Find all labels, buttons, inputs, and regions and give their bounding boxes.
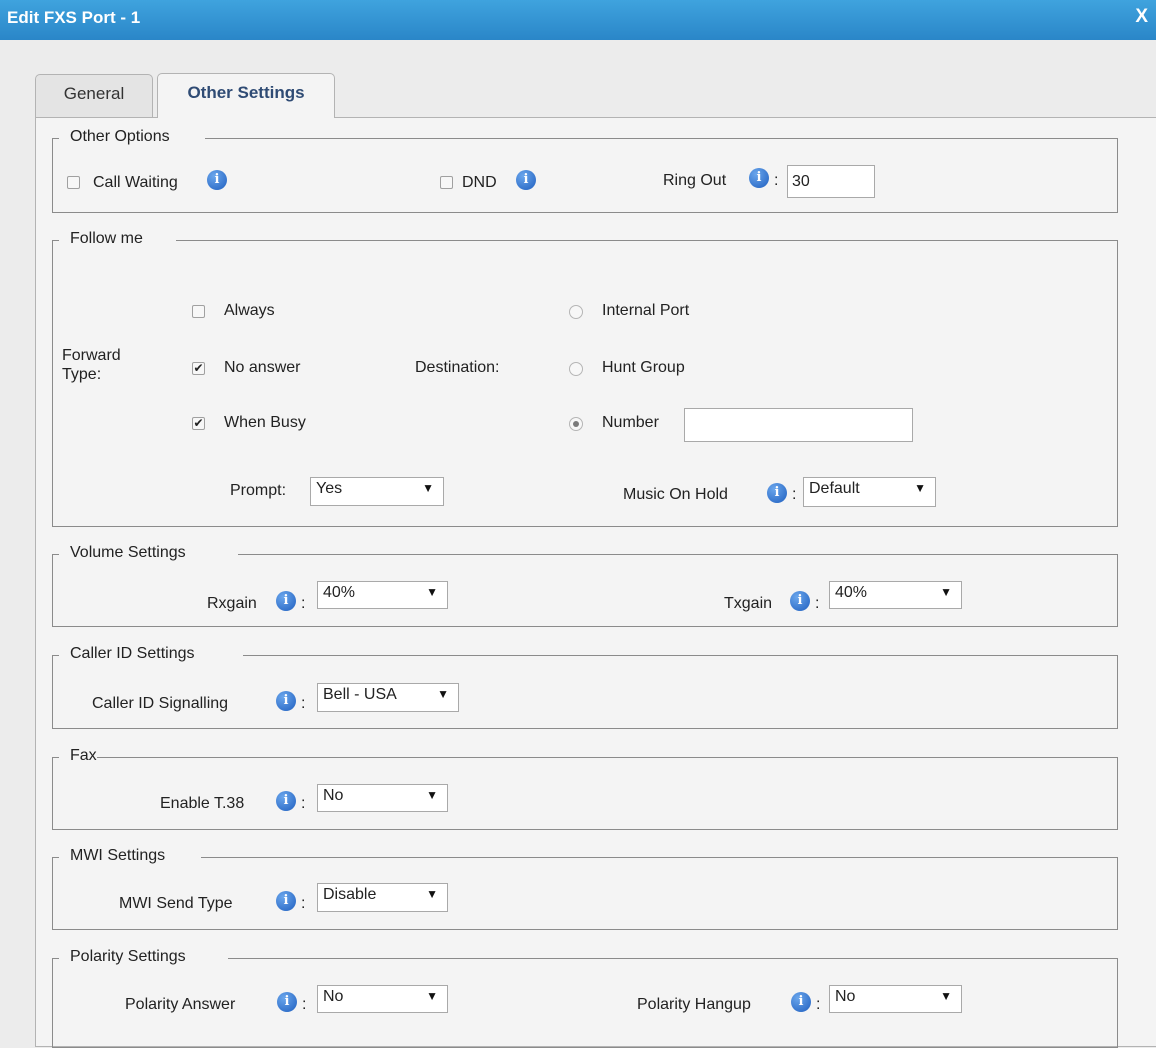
close-icon[interactable]: X (1135, 6, 1148, 28)
prompt-label: Prompt: (230, 482, 287, 499)
txgain-value: 40% (835, 584, 868, 601)
chevron-down-icon: ▼ (940, 585, 952, 599)
txgain-separator: : (815, 595, 820, 612)
tab-other-settings[interactable]: Other Settings (157, 73, 335, 118)
internal-port-label: Internal Port (602, 302, 690, 319)
info-icon[interactable]: i (790, 591, 810, 611)
dialog-titlebar: Edit FXS Port - 1 X (0, 0, 1156, 40)
caller-id-signalling-label: Caller ID Signalling (92, 695, 229, 712)
enable-t38-value: No (323, 787, 344, 804)
caller-id-signalling-separator: : (301, 695, 306, 712)
rxgain-select[interactable]: 40% ▼ (317, 581, 448, 609)
polarity-hangup-label: Polarity Hangup (637, 996, 751, 1013)
dialog-title: Edit FXS Port - 1 (7, 8, 141, 27)
txgain-label: Txgain (724, 595, 773, 612)
prompt-value: Yes (316, 480, 343, 497)
chevron-down-icon: ▼ (426, 989, 438, 1003)
always-label: Always (224, 302, 275, 319)
info-icon[interactable]: i (276, 791, 296, 811)
when-busy-label: When Busy (224, 414, 306, 431)
prompt-select[interactable]: Yes ▼ (310, 477, 444, 506)
music-on-hold-select[interactable]: Default ▼ (803, 477, 936, 507)
polarity-answer-value: No (323, 988, 344, 1005)
rxgain-label: Rxgain (207, 595, 257, 612)
fieldset-fax (52, 757, 1118, 830)
info-icon[interactable]: i (749, 168, 769, 188)
dnd-label: DND (462, 174, 497, 191)
enable-t38-label: Enable T.38 (160, 795, 245, 812)
chevron-down-icon: ▼ (914, 481, 926, 495)
legend-fax: Fax (70, 747, 97, 765)
music-on-hold-label: Music On Hold (623, 486, 728, 503)
fieldset-follow-me (52, 240, 1118, 527)
music-on-hold-value: Default (809, 480, 860, 497)
chevron-down-icon: ▼ (426, 788, 438, 802)
forward-type-label: Forward Type: (62, 347, 121, 383)
mwi-send-type-select[interactable]: Disable ▼ (317, 883, 448, 912)
fieldset-mwi-settings (52, 857, 1118, 930)
number-input[interactable] (684, 408, 913, 442)
info-icon[interactable]: i (276, 691, 296, 711)
call-waiting-label: Call Waiting (93, 174, 178, 191)
no-answer-label: No answer (224, 359, 301, 376)
legend-polarity-settings: Polarity Settings (70, 948, 186, 966)
mwi-send-type-separator: : (301, 895, 306, 912)
enable-t38-select[interactable]: No ▼ (317, 784, 448, 812)
dnd-checkbox[interactable] (440, 176, 453, 189)
info-icon[interactable]: i (767, 483, 787, 503)
legend-volume-settings: Volume Settings (70, 544, 186, 562)
music-on-hold-separator: : (792, 486, 797, 503)
polarity-answer-separator: : (302, 996, 307, 1013)
polarity-hangup-select[interactable]: No ▼ (829, 985, 962, 1013)
call-waiting-checkbox[interactable] (67, 176, 80, 189)
chevron-down-icon: ▼ (422, 481, 434, 495)
chevron-down-icon: ▼ (426, 585, 438, 599)
ring-out-separator: : (774, 172, 779, 189)
polarity-answer-label: Polarity Answer (125, 996, 236, 1013)
chevron-down-icon: ▼ (940, 989, 952, 1003)
number-radio[interactable] (569, 417, 583, 431)
polarity-hangup-value: No (835, 988, 856, 1005)
caller-id-signalling-select[interactable]: Bell - USA ▼ (317, 683, 459, 712)
chevron-down-icon: ▼ (426, 887, 438, 901)
ring-out-label: Ring Out (663, 172, 727, 189)
polarity-hangup-separator: : (816, 996, 821, 1013)
legend-mwi-settings: MWI Settings (70, 847, 166, 865)
info-icon[interactable]: i (277, 992, 297, 1012)
info-icon[interactable]: i (516, 170, 536, 190)
chevron-down-icon: ▼ (437, 687, 449, 701)
ring-out-input[interactable] (787, 165, 875, 198)
always-checkbox[interactable] (192, 305, 205, 318)
hunt-group-label: Hunt Group (602, 359, 685, 376)
fieldset-caller-id-settings (52, 655, 1118, 729)
legend-caller-id-settings: Caller ID Settings (70, 645, 195, 663)
when-busy-checkbox[interactable]: ✔ (192, 417, 205, 430)
info-icon[interactable]: i (207, 170, 227, 190)
info-icon[interactable]: i (276, 891, 296, 911)
legend-follow-me: Follow me (70, 230, 143, 248)
number-label: Number (602, 414, 659, 431)
polarity-answer-select[interactable]: No ▼ (317, 985, 448, 1013)
info-icon[interactable]: i (276, 591, 296, 611)
no-answer-checkbox[interactable]: ✔ (192, 362, 205, 375)
mwi-send-type-label: MWI Send Type (119, 895, 233, 912)
hunt-group-radio[interactable] (569, 362, 583, 376)
internal-port-radio[interactable] (569, 305, 583, 319)
caller-id-signalling-value: Bell - USA (323, 686, 397, 703)
enable-t38-separator: : (301, 795, 306, 812)
info-icon[interactable]: i (791, 992, 811, 1012)
rxgain-separator: : (301, 595, 306, 612)
mwi-send-type-value: Disable (323, 886, 377, 903)
tab-general[interactable]: General (35, 74, 153, 117)
rxgain-value: 40% (323, 584, 356, 601)
txgain-select[interactable]: 40% ▼ (829, 581, 962, 609)
destination-label: Destination: (415, 359, 500, 376)
legend-other-options: Other Options (70, 128, 170, 146)
